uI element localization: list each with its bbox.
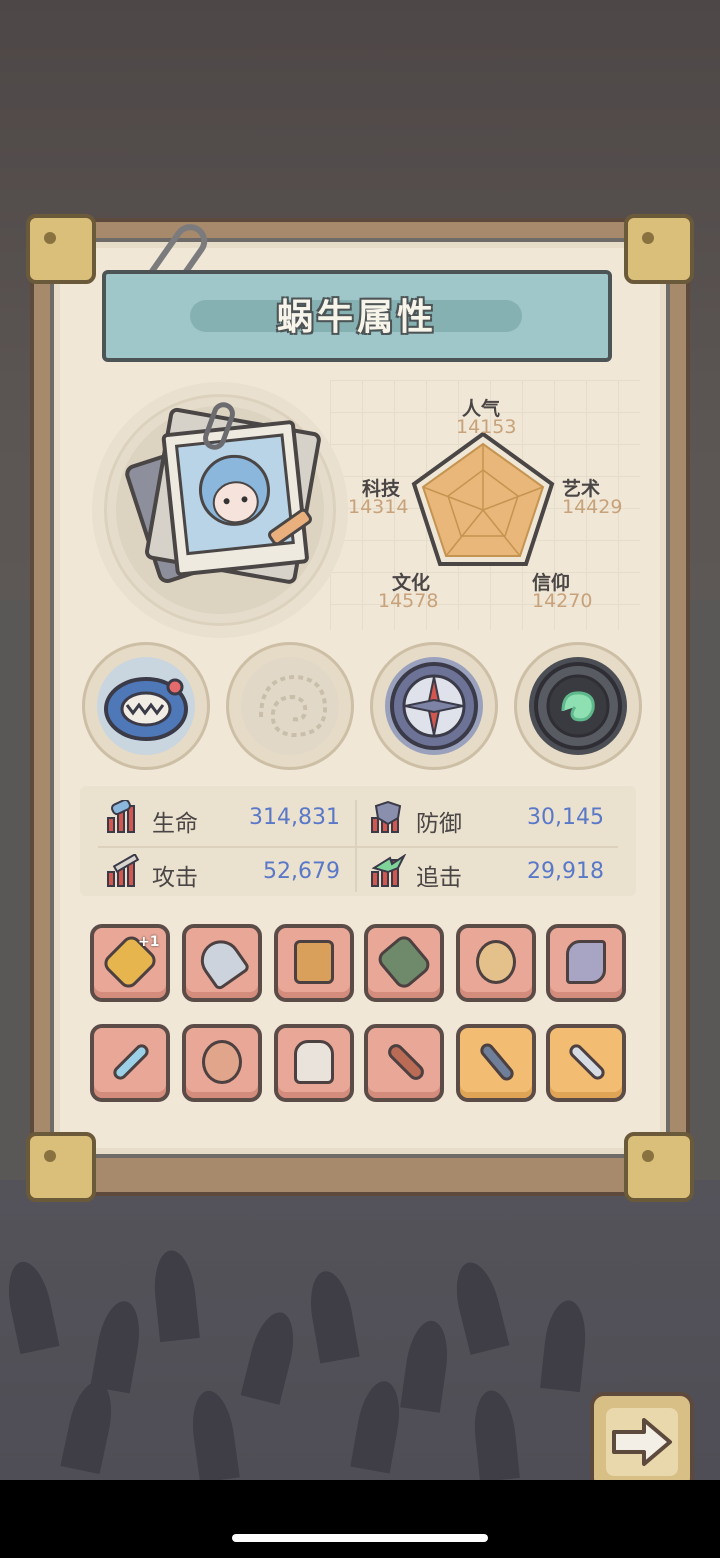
medal-slot-monster[interactable] [82,642,210,770]
crossbow-icon [294,940,334,984]
medal-slot-compass[interactable] [370,642,498,770]
green-gem-medal-icon [529,657,627,755]
defense-value: 30,145 [527,805,604,830]
hp-icon [107,800,135,833]
trident-staff-icon [477,1040,517,1084]
equipment-slot[interactable] [546,924,626,1002]
character-portrait-icon[interactable] [118,400,328,590]
radar-value-popularity: 14153 [456,416,517,438]
upgrade-badge: +1 [138,934,160,950]
stats-divider [98,846,618,848]
war-hammer-icon [374,932,434,992]
radar-value-faith: 14270 [532,590,593,612]
attack-icon [107,854,140,887]
equipment-slot[interactable] [274,1024,354,1102]
stats-divider [355,800,357,892]
crystal-gauntlet-icon [566,940,606,984]
monster-medal-icon [97,657,195,755]
dragon-blade-icon [384,1040,428,1084]
attack-value: 52,679 [263,859,340,884]
radar-value-art: 14429 [562,496,623,518]
system-nav-bar [0,1480,720,1558]
gem-ring-icon [202,1040,242,1084]
equipment-slot[interactable]: +1 [90,924,170,1002]
snail-shell-medal-icon [241,657,339,755]
arrow-right-icon [612,1418,672,1466]
equipment-slot-rare[interactable] [546,1024,626,1102]
equipment-slot[interactable] [182,924,262,1002]
hp-value: 314,831 [249,805,340,830]
medal-slot-gem[interactable] [514,642,642,770]
equipment-slot[interactable] [456,924,536,1002]
corner-bracket-icon [26,214,96,284]
blue-sword-icon [110,1041,152,1083]
pursuit-icon [371,854,407,887]
skull-scepter-icon [476,940,516,984]
pursuit-label: 追击 [416,865,462,891]
dagger-icon [566,1041,608,1083]
attribute-radar-chart [411,431,555,566]
equipment-slot[interactable] [90,1024,170,1102]
home-indicator[interactable] [232,1534,488,1542]
armor-vest-icon [294,1040,334,1084]
pursuit-value: 29,918 [527,859,604,884]
equipment-slot[interactable] [182,1024,262,1102]
radar-value-culture: 14578 [378,590,439,612]
corner-bracket-icon [624,214,694,284]
medal-slot-shell[interactable] [226,642,354,770]
equipment-slot[interactable] [364,924,444,1002]
corner-bracket-icon [624,1132,694,1202]
hp-label: 生命 [152,811,198,837]
next-button-face [606,1408,678,1476]
corner-bracket-icon [26,1132,96,1202]
defense-icon [371,800,402,833]
page-title: 蜗牛属性 [276,297,437,338]
equipment-slot-rare[interactable] [456,1024,536,1102]
next-button[interactable] [590,1392,694,1492]
compass-medal-icon [385,657,483,755]
defense-label: 防御 [416,811,462,837]
equipment-slot[interactable] [364,1024,444,1102]
firework-rocket-icon [192,932,252,992]
radar-value-tech: 14314 [348,496,409,518]
attack-label: 攻击 [152,865,198,891]
equipment-slot[interactable] [274,924,354,1002]
